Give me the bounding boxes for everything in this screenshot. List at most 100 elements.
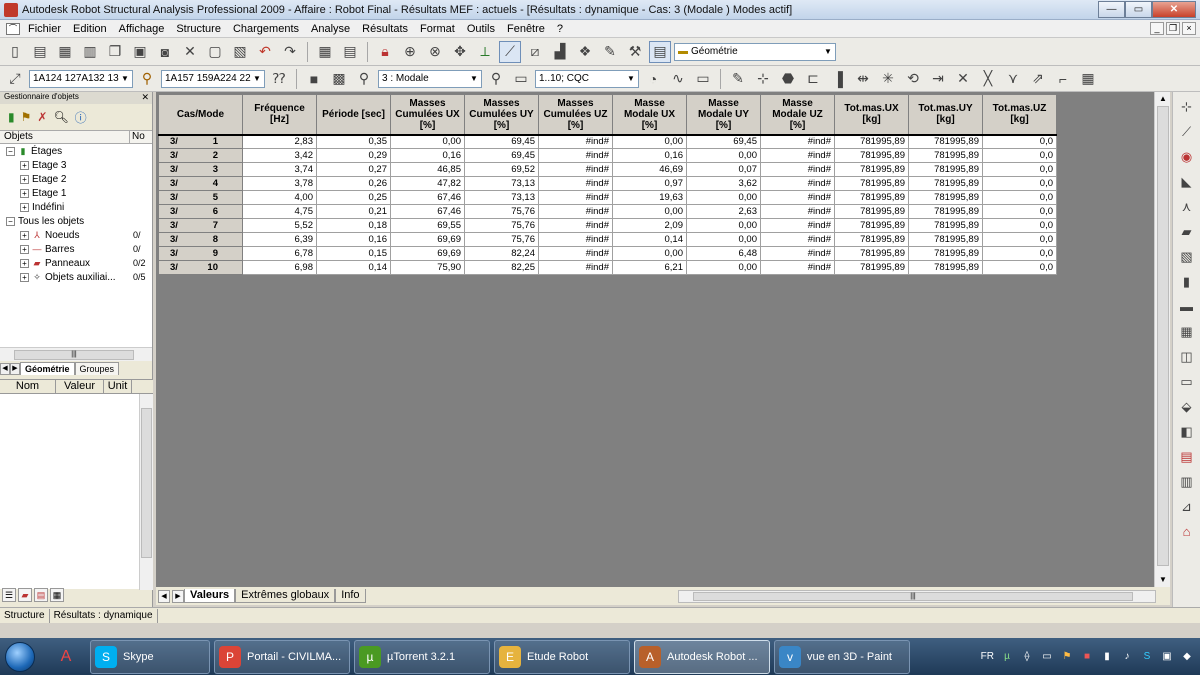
table-cell[interactable]: 3,74 bbox=[242, 162, 317, 177]
screenshot-icon[interactable]: ◙ bbox=[154, 41, 176, 63]
expand-icon[interactable]: + bbox=[20, 244, 29, 254]
analysis-icon[interactable]: ⧄ bbox=[524, 41, 546, 63]
support-tool-icon[interactable]: ⋏ bbox=[1176, 196, 1198, 217]
table-cell[interactable]: 0,27 bbox=[316, 162, 391, 177]
bar-select-icon[interactable]: ⚲ bbox=[136, 68, 158, 90]
table-cell[interactable]: 67,46 bbox=[390, 204, 465, 219]
table-cell[interactable]: 6,48 bbox=[686, 246, 761, 261]
cross-icon[interactable]: ✕ bbox=[952, 68, 974, 90]
table-cell[interactable]: 781995,89 bbox=[834, 218, 909, 233]
table-cell[interactable]: 0,18 bbox=[316, 218, 391, 233]
table-cell[interactable]: 47,82 bbox=[390, 176, 465, 191]
tab-next-icon[interactable]: ▶ bbox=[10, 363, 20, 375]
tab-groupes[interactable]: Groupes bbox=[74, 362, 120, 375]
signal-tray-icon[interactable]: ▮ bbox=[1100, 650, 1114, 664]
close-button[interactable]: ✕ bbox=[1152, 0, 1196, 18]
expand-icon[interactable]: + bbox=[20, 202, 29, 212]
scroll-thumb[interactable]: ||| bbox=[693, 592, 1133, 601]
zoom-window-icon[interactable]: ⊗ bbox=[424, 41, 446, 63]
tree-item[interactable]: + ▰ Panneaux 0/2 bbox=[0, 256, 152, 270]
flag-tray-icon[interactable]: ⚑ bbox=[1060, 650, 1074, 664]
row-header[interactable]: 3/7 bbox=[158, 218, 243, 233]
utorrent-tray-icon[interactable]: µ bbox=[1000, 650, 1014, 664]
table-cell[interactable]: 69,52 bbox=[464, 162, 539, 177]
table-cell[interactable]: #ind# bbox=[760, 190, 835, 205]
column-header[interactable]: Fréquence [Hz] bbox=[242, 94, 317, 135]
table-cell[interactable]: 73,13 bbox=[464, 176, 539, 191]
calculator-icon[interactable]: ▦ bbox=[314, 41, 336, 63]
section-tool-icon[interactable]: ◉ bbox=[1176, 146, 1198, 167]
table-cell[interactable]: 0,14 bbox=[316, 260, 391, 275]
row-header[interactable]: 3/2 bbox=[158, 148, 243, 163]
maximize-button[interactable]: ▭ bbox=[1125, 0, 1152, 18]
table-cell[interactable]: #ind# bbox=[538, 190, 613, 205]
table-cell[interactable]: 67,46 bbox=[390, 190, 465, 205]
paste-icon[interactable]: ▧ bbox=[229, 41, 251, 63]
properties-vertical-scrollbar[interactable] bbox=[139, 394, 153, 590]
frame-tool-icon[interactable]: ⌂ bbox=[1176, 521, 1198, 542]
prop-col-unit[interactable]: Unit bbox=[104, 380, 132, 393]
mdi-minimize-button[interactable]: _ bbox=[1150, 22, 1164, 35]
panel-tool-icon[interactable]: ◣ bbox=[1176, 171, 1198, 192]
table-cell[interactable]: 19,63 bbox=[612, 190, 687, 205]
floor-tool-icon[interactable]: ▮ bbox=[1176, 271, 1198, 292]
grid-icon[interactable]: ▦ bbox=[1077, 68, 1099, 90]
table-cell[interactable]: #ind# bbox=[538, 162, 613, 177]
expand-icon[interactable]: − bbox=[6, 216, 15, 226]
brush-icon[interactable]: ✎ bbox=[727, 68, 749, 90]
table-cell[interactable]: 82,25 bbox=[464, 260, 539, 275]
table-cell[interactable]: 2,83 bbox=[242, 133, 317, 149]
table-cell[interactable]: 0,00 bbox=[686, 148, 761, 163]
extend-icon[interactable]: ⇗ bbox=[1027, 68, 1049, 90]
table-cell[interactable]: 46,69 bbox=[612, 162, 687, 177]
pan-icon[interactable]: ✥ bbox=[449, 41, 471, 63]
table-cell[interactable]: 781995,89 bbox=[908, 190, 983, 205]
table-cell[interactable]: 781995,89 bbox=[908, 133, 983, 149]
document-menu-icon[interactable]: ⌒ bbox=[6, 22, 20, 35]
chevron-down-icon[interactable]: ▼ bbox=[467, 71, 481, 87]
column-header[interactable]: Masse Modale UZ [%] bbox=[760, 94, 835, 135]
cut-icon[interactable]: ✕ bbox=[179, 41, 201, 63]
table-cell[interactable]: 781995,89 bbox=[834, 232, 909, 247]
table-cell[interactable]: 4,00 bbox=[242, 190, 317, 205]
menu-resultats[interactable]: Résultats bbox=[356, 23, 414, 35]
row-header[interactable]: 3/8 bbox=[158, 232, 243, 247]
skype-tray-icon[interactable]: S bbox=[1140, 650, 1154, 664]
table-cell[interactable]: 781995,89 bbox=[834, 190, 909, 205]
lock-icon[interactable]: 🔒︎ bbox=[374, 41, 396, 63]
beam-tool-icon[interactable]: ▭ bbox=[1176, 371, 1198, 392]
table-cell[interactable]: 0,0 bbox=[982, 148, 1057, 163]
table-cell[interactable]: 781995,89 bbox=[834, 162, 909, 177]
expand-icon[interactable]: + bbox=[20, 174, 29, 184]
table-cell[interactable]: 0,16 bbox=[316, 232, 391, 247]
bars-selection-combo[interactable]: 1A157 159A224 22 ▼ bbox=[161, 69, 265, 88]
table-cell[interactable]: #ind# bbox=[538, 148, 613, 163]
slab-tool-icon[interactable]: ▰ bbox=[1176, 221, 1198, 242]
tab-extremes-globaux[interactable]: Extrêmes globaux bbox=[235, 589, 336, 603]
language-indicator[interactable]: FR bbox=[981, 651, 994, 662]
table-row[interactable]: 3/8 6,39 0,16 69,69 75,76 #ind# 0,14 0,00 #ind# 7… bbox=[158, 232, 1057, 247]
table-cell[interactable]: #ind# bbox=[760, 232, 835, 247]
opening-tool-icon[interactable]: ◫ bbox=[1176, 346, 1198, 367]
table-cell[interactable]: 0,0 bbox=[982, 246, 1057, 261]
expand-icon[interactable]: + bbox=[20, 188, 29, 198]
results-horizontal-scrollbar[interactable]: ||| bbox=[678, 590, 1156, 603]
wall-tool-icon[interactable]: ▧ bbox=[1176, 246, 1198, 267]
table-row[interactable]: 3/1 2,83 0,35 0,00 69,45 #ind# 0,00 69,45 #ind# 7… bbox=[158, 133, 1057, 149]
table-cell[interactable]: #ind# bbox=[538, 260, 613, 275]
tab-info[interactable]: Info bbox=[335, 589, 366, 603]
chevron-down-icon[interactable]: ▼ bbox=[821, 44, 835, 60]
hardware-tray-icon[interactable]: ▭ bbox=[1040, 650, 1054, 664]
node-select-icon[interactable]: ⤢ bbox=[4, 68, 26, 90]
table-cell[interactable]: #ind# bbox=[760, 246, 835, 261]
table-cell[interactable]: 69,45 bbox=[686, 133, 761, 149]
model-icon[interactable]: ❖ bbox=[574, 41, 596, 63]
table-cell[interactable]: 781995,89 bbox=[834, 260, 909, 275]
menu-structure[interactable]: Structure bbox=[170, 23, 227, 35]
settings-icon[interactable]: ✎ bbox=[599, 41, 621, 63]
node-add-icon[interactable]: ⊹ bbox=[752, 68, 774, 90]
table-cell[interactable]: 0,00 bbox=[612, 204, 687, 219]
autocad-pinned-icon[interactable]: A bbox=[46, 640, 86, 674]
tree-item[interactable]: + ⅄ Noeuds 0/ bbox=[0, 228, 152, 242]
monitor-tray-icon[interactable]: ▣ bbox=[1160, 650, 1174, 664]
